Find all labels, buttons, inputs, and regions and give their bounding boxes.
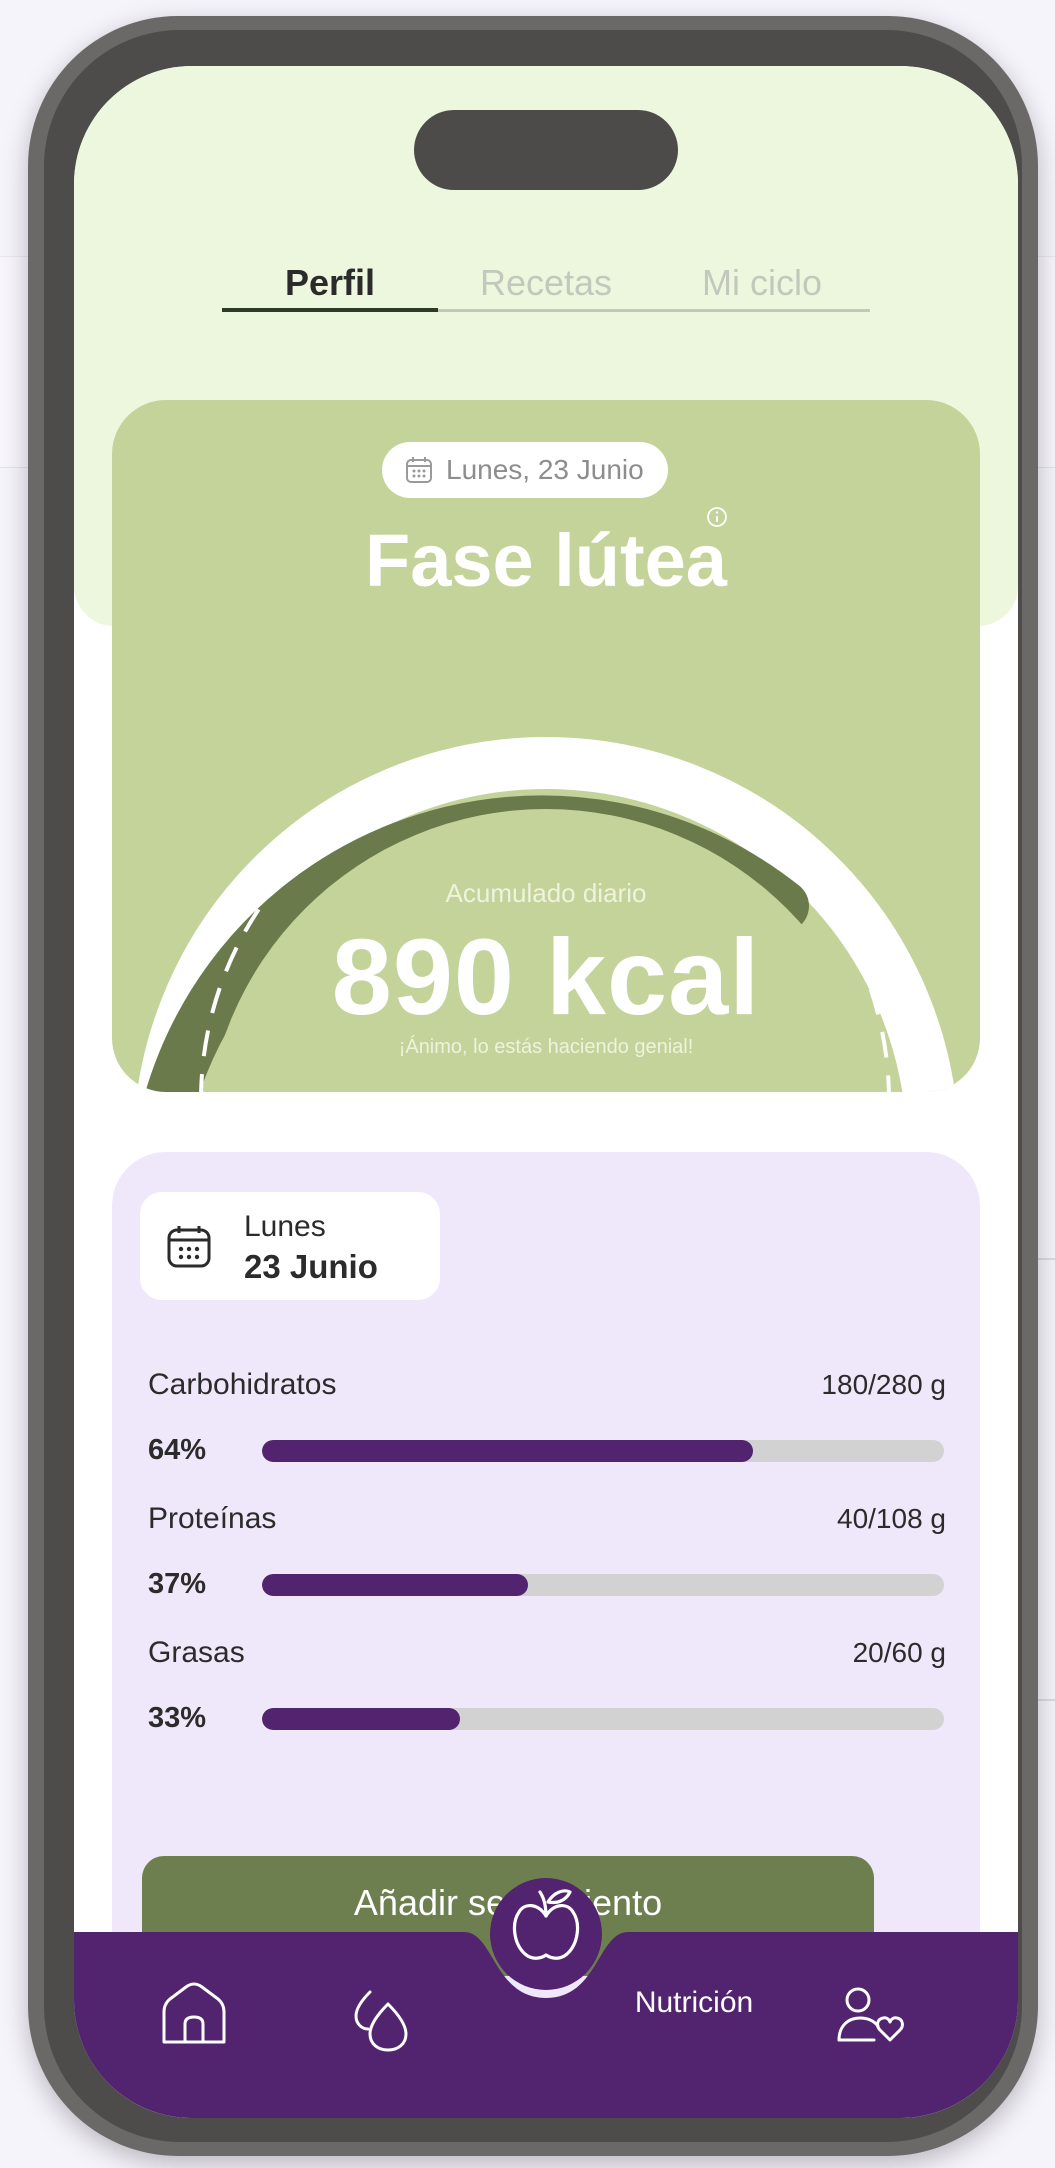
phone-screen: Perfil Recetas Mi ciclo Lunes, 23 Junio …: [74, 66, 1018, 2118]
nav-label-nutricion[interactable]: Nutrición: [574, 1986, 814, 2020]
nav-active-bubble: [490, 1878, 602, 1990]
bottom-nav: [74, 1878, 1018, 2118]
